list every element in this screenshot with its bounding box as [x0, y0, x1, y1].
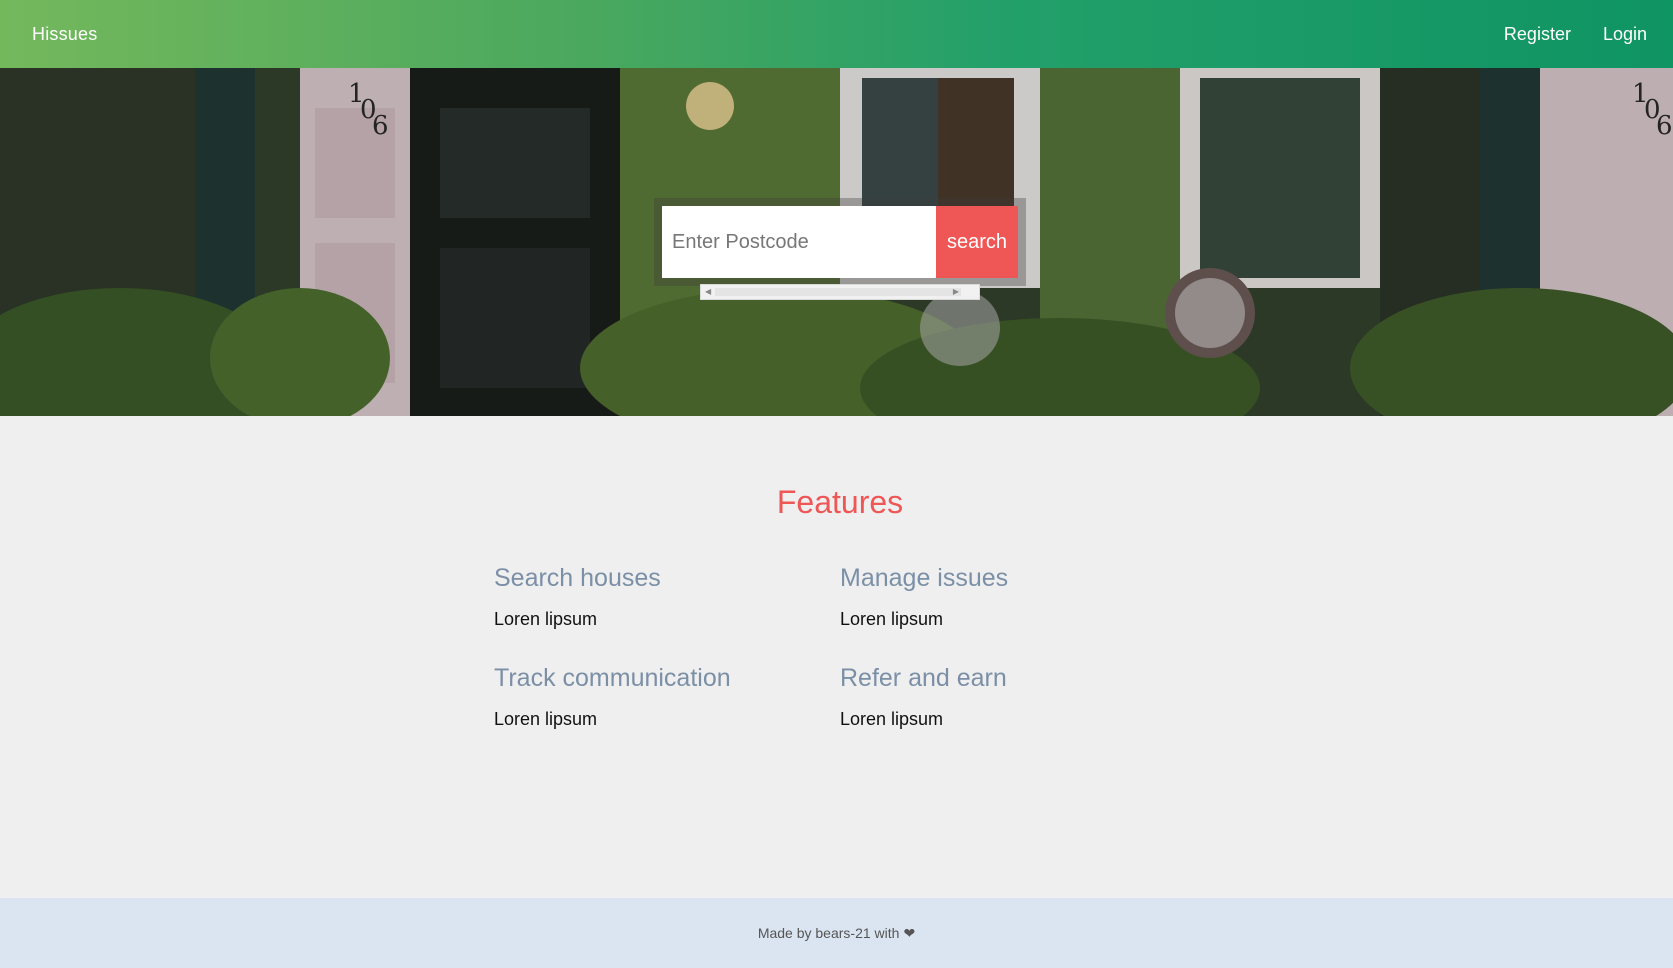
postcode-search-form: search [662, 206, 1018, 278]
scrollbar-thumb[interactable] [715, 288, 961, 296]
feature-text: Loren lipsum [840, 709, 944, 729]
footer-text: Made by bears-21 with [757, 925, 900, 941]
brand-link[interactable]: Hissues [32, 24, 97, 45]
footer: Made by bears-21 with ❤ [0, 898, 1673, 968]
feature-track-communication: Track communication Loren lipsum [494, 664, 814, 730]
hero-banner: 1 0 6 1 0 6 search ◀ ▶ [0, 68, 1673, 416]
feature-heading: Manage issues [840, 564, 1009, 592]
scroll-left-arrow-icon[interactable]: ◀ [705, 288, 711, 296]
features-title: Features [776, 484, 904, 520]
scroll-right-arrow-icon[interactable]: ▶ [953, 288, 959, 296]
search-button[interactable]: search [936, 206, 1018, 278]
feature-heading: Track communication [494, 664, 731, 692]
horizontal-scrollbar[interactable]: ◀ ▶ [700, 284, 980, 300]
feature-text: Loren lipsum [840, 609, 944, 629]
feature-search-houses: Search houses Loren lipsum [494, 564, 814, 630]
register-link[interactable]: Register [1504, 24, 1571, 45]
feature-text: Loren lipsum [494, 609, 598, 629]
feature-refer-and-earn: Refer and earn Loren lipsum [840, 664, 1160, 730]
navbar: Hissues Register Login [0, 0, 1673, 68]
postcode-input[interactable] [662, 206, 936, 278]
feature-heading: Refer and earn [840, 664, 1007, 692]
heart-icon: ❤ [903, 924, 916, 941]
feature-manage-issues: Manage issues Loren lipsum [840, 564, 1160, 630]
login-link[interactable]: Login [1603, 24, 1647, 45]
feature-text: Loren lipsum [494, 709, 598, 729]
feature-heading: Search houses [494, 564, 661, 592]
nav-links: Register Login [1504, 24, 1647, 45]
